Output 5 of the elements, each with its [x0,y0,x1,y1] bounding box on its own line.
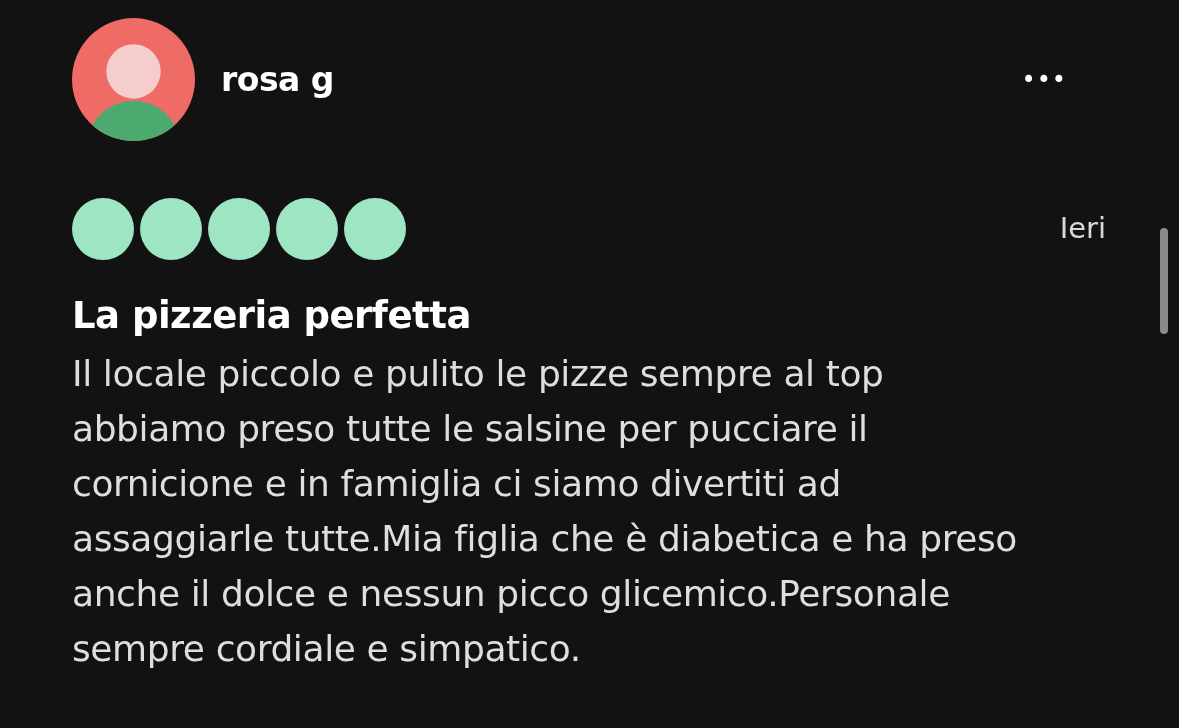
author-name: rosa g [221,58,334,101]
review-title: La pizzeria perfetta [72,294,472,339]
review-date: Ieri [1059,210,1106,248]
review-text: Il locale piccolo e pulito le pizze sempre al top abbiamo preso tutte le salsine per pucciare il cornicione e in famiglia ci siamo divertiti ad assaggiarle tutte.Mia figlia che è diabetica e ha preso anche il dolce e nessun picco glicemico.Personale sempre cordiale e simpatico. [72,352,1018,672]
more-options-icon[interactable]: ••• [1021,61,1067,98]
